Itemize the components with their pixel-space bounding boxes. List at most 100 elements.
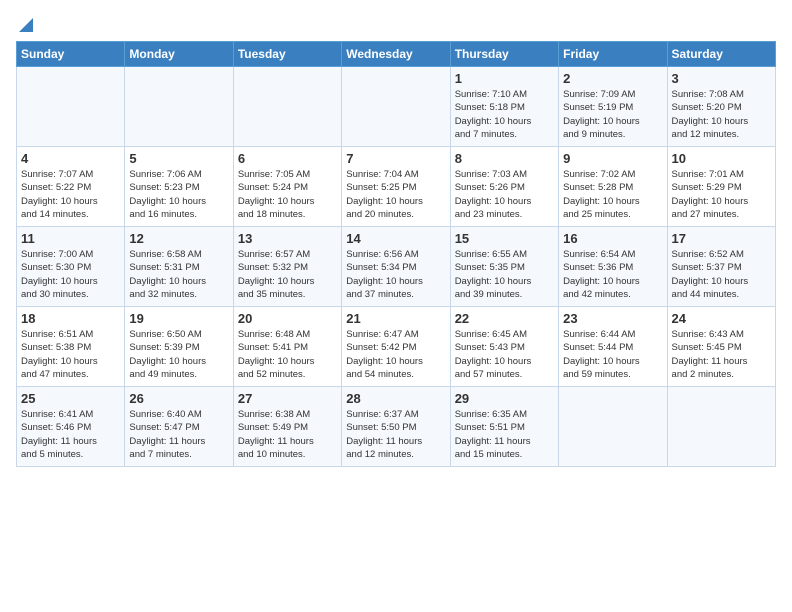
calendar-cell: 4Sunrise: 7:07 AM Sunset: 5:22 PM Daylig… — [17, 147, 125, 227]
day-number: 8 — [455, 151, 554, 166]
cell-content: Sunrise: 6:48 AM Sunset: 5:41 PM Dayligh… — [238, 328, 337, 381]
header-cell-thursday: Thursday — [450, 42, 558, 67]
day-number: 20 — [238, 311, 337, 326]
calendar-cell: 7 Sunrise: 7:04 AM Sunset: 5:25 PM Daylig… — [342, 147, 450, 227]
calendar-cell: 29Sunrise: 6:35 AM Sunset: 5:51 PM Dayli… — [450, 387, 558, 467]
calendar-week-4: 18Sunrise: 6:51 AM Sunset: 5:38 PM Dayli… — [17, 307, 776, 387]
day-number: 16 — [563, 231, 662, 246]
day-number: 4 — [21, 151, 120, 166]
calendar-week-3: 11 Sunrise: 7:00 AM Sunset: 5:30 PM Dayli… — [17, 227, 776, 307]
calendar-cell: 15 Sunrise: 6:55 AM Sunset: 5:35 PM Dayli… — [450, 227, 558, 307]
day-number: 11 — [21, 231, 120, 246]
day-number: 26 — [129, 391, 228, 406]
cell-content: Sunrise: 7:04 AM Sunset: 5:25 PM Dayligh… — [346, 168, 445, 221]
cell-content: Sunrise: 6:55 AM Sunset: 5:35 PM Dayligh… — [455, 248, 554, 301]
logo — [16, 16, 33, 37]
day-number: 2 — [563, 71, 662, 86]
cell-content: Sunrise: 6:38 AM Sunset: 5:49 PM Dayligh… — [238, 408, 337, 461]
header-cell-tuesday: Tuesday — [233, 42, 341, 67]
day-number: 14 — [346, 231, 445, 246]
header-cell-monday: Monday — [125, 42, 233, 67]
calendar-cell — [125, 67, 233, 147]
cell-content: Sunrise: 7:08 AM Sunset: 5:20 PM Dayligh… — [672, 88, 771, 141]
calendar-cell: 5Sunrise: 7:06 AM Sunset: 5:23 PM Daylig… — [125, 147, 233, 227]
day-number: 28 — [346, 391, 445, 406]
cell-content: Sunrise: 7:10 AM Sunset: 5:18 PM Dayligh… — [455, 88, 554, 141]
calendar-cell: 17 Sunrise: 6:52 AM Sunset: 5:37 PM Dayli… — [667, 227, 775, 307]
header-cell-friday: Friday — [559, 42, 667, 67]
day-number: 19 — [129, 311, 228, 326]
cell-content: Sunrise: 7:02 AM Sunset: 5:28 PM Dayligh… — [563, 168, 662, 221]
day-number: 6 — [238, 151, 337, 166]
logo-triangle-icon — [19, 18, 33, 37]
calendar-cell: 9 Sunrise: 7:02 AM Sunset: 5:28 PM Daylig… — [559, 147, 667, 227]
cell-content: Sunrise: 6:40 AM Sunset: 5:47 PM Dayligh… — [129, 408, 228, 461]
calendar-cell: 6 Sunrise: 7:05 AM Sunset: 5:24 PM Daylig… — [233, 147, 341, 227]
calendar-cell: 1 Sunrise: 7:10 AM Sunset: 5:18 PM Daylig… — [450, 67, 558, 147]
cell-content: Sunrise: 7:06 AM Sunset: 5:23 PM Dayligh… — [129, 168, 228, 221]
calendar-cell — [559, 387, 667, 467]
calendar-cell — [667, 387, 775, 467]
cell-content: Sunrise: 6:41 AM Sunset: 5:46 PM Dayligh… — [21, 408, 120, 461]
calendar-cell: 28 Sunrise: 6:37 AM Sunset: 5:50 PM Dayli… — [342, 387, 450, 467]
calendar-cell: 13 Sunrise: 6:57 AM Sunset: 5:32 PM Dayli… — [233, 227, 341, 307]
calendar-cell — [233, 67, 341, 147]
calendar-cell: 21 Sunrise: 6:47 AM Sunset: 5:42 PM Dayli… — [342, 307, 450, 387]
calendar-cell — [17, 67, 125, 147]
cell-content: Sunrise: 6:52 AM Sunset: 5:37 PM Dayligh… — [672, 248, 771, 301]
day-number: 23 — [563, 311, 662, 326]
calendar-week-1: 1 Sunrise: 7:10 AM Sunset: 5:18 PM Daylig… — [17, 67, 776, 147]
cell-content: Sunrise: 6:44 AM Sunset: 5:44 PM Dayligh… — [563, 328, 662, 381]
cell-content: Sunrise: 7:01 AM Sunset: 5:29 PM Dayligh… — [672, 168, 771, 221]
calendar-cell — [342, 67, 450, 147]
calendar-cell: 3 Sunrise: 7:08 AM Sunset: 5:20 PM Daylig… — [667, 67, 775, 147]
calendar-cell: 12 Sunrise: 6:58 AM Sunset: 5:31 PM Dayli… — [125, 227, 233, 307]
day-number: 3 — [672, 71, 771, 86]
calendar-cell: 2 Sunrise: 7:09 AM Sunset: 5:19 PM Daylig… — [559, 67, 667, 147]
cell-content: Sunrise: 6:47 AM Sunset: 5:42 PM Dayligh… — [346, 328, 445, 381]
cell-content: Sunrise: 7:03 AM Sunset: 5:26 PM Dayligh… — [455, 168, 554, 221]
calendar-cell: 16 Sunrise: 6:54 AM Sunset: 5:36 PM Dayli… — [559, 227, 667, 307]
page-header — [16, 16, 776, 37]
day-number: 17 — [672, 231, 771, 246]
day-number: 21 — [346, 311, 445, 326]
day-number: 12 — [129, 231, 228, 246]
cell-content: Sunrise: 7:05 AM Sunset: 5:24 PM Dayligh… — [238, 168, 337, 221]
calendar-cell: 26 Sunrise: 6:40 AM Sunset: 5:47 PM Dayli… — [125, 387, 233, 467]
cell-content: Sunrise: 6:54 AM Sunset: 5:36 PM Dayligh… — [563, 248, 662, 301]
cell-content: Sunrise: 6:43 AM Sunset: 5:45 PM Dayligh… — [672, 328, 771, 381]
day-number: 15 — [455, 231, 554, 246]
day-number: 18 — [21, 311, 120, 326]
day-number: 9 — [563, 151, 662, 166]
cell-content: Sunrise: 6:45 AM Sunset: 5:43 PM Dayligh… — [455, 328, 554, 381]
cell-content: Sunrise: 6:58 AM Sunset: 5:31 PM Dayligh… — [129, 248, 228, 301]
calendar-cell: 10 Sunrise: 7:01 AM Sunset: 5:29 PM Dayli… — [667, 147, 775, 227]
day-number: 13 — [238, 231, 337, 246]
header-row: SundayMondayTuesdayWednesdayThursdayFrid… — [17, 42, 776, 67]
calendar-week-5: 25Sunrise: 6:41 AM Sunset: 5:46 PM Dayli… — [17, 387, 776, 467]
cell-content: Sunrise: 6:35 AM Sunset: 5:51 PM Dayligh… — [455, 408, 554, 461]
day-number: 7 — [346, 151, 445, 166]
calendar-cell: 23 Sunrise: 6:44 AM Sunset: 5:44 PM Dayli… — [559, 307, 667, 387]
calendar-cell: 25Sunrise: 6:41 AM Sunset: 5:46 PM Dayli… — [17, 387, 125, 467]
day-number: 1 — [455, 71, 554, 86]
header-cell-saturday: Saturday — [667, 42, 775, 67]
calendar-cell: 22Sunrise: 6:45 AM Sunset: 5:43 PM Dayli… — [450, 307, 558, 387]
calendar-body: 1 Sunrise: 7:10 AM Sunset: 5:18 PM Daylig… — [17, 67, 776, 467]
calendar-cell: 27Sunrise: 6:38 AM Sunset: 5:49 PM Dayli… — [233, 387, 341, 467]
calendar-header: SundayMondayTuesdayWednesdayThursdayFrid… — [17, 42, 776, 67]
cell-content: Sunrise: 6:56 AM Sunset: 5:34 PM Dayligh… — [346, 248, 445, 301]
calendar-cell: 24 Sunrise: 6:43 AM Sunset: 5:45 PM Dayli… — [667, 307, 775, 387]
cell-content: Sunrise: 6:57 AM Sunset: 5:32 PM Dayligh… — [238, 248, 337, 301]
cell-content: Sunrise: 6:37 AM Sunset: 5:50 PM Dayligh… — [346, 408, 445, 461]
calendar-cell: 19Sunrise: 6:50 AM Sunset: 5:39 PM Dayli… — [125, 307, 233, 387]
calendar-week-2: 4Sunrise: 7:07 AM Sunset: 5:22 PM Daylig… — [17, 147, 776, 227]
calendar-cell: 20 Sunrise: 6:48 AM Sunset: 5:41 PM Dayli… — [233, 307, 341, 387]
cell-content: Sunrise: 7:09 AM Sunset: 5:19 PM Dayligh… — [563, 88, 662, 141]
calendar-cell: 8 Sunrise: 7:03 AM Sunset: 5:26 PM Daylig… — [450, 147, 558, 227]
day-number: 24 — [672, 311, 771, 326]
calendar-cell: 14 Sunrise: 6:56 AM Sunset: 5:34 PM Dayli… — [342, 227, 450, 307]
day-number: 10 — [672, 151, 771, 166]
cell-content: Sunrise: 7:00 AM Sunset: 5:30 PM Dayligh… — [21, 248, 120, 301]
header-cell-sunday: Sunday — [17, 42, 125, 67]
